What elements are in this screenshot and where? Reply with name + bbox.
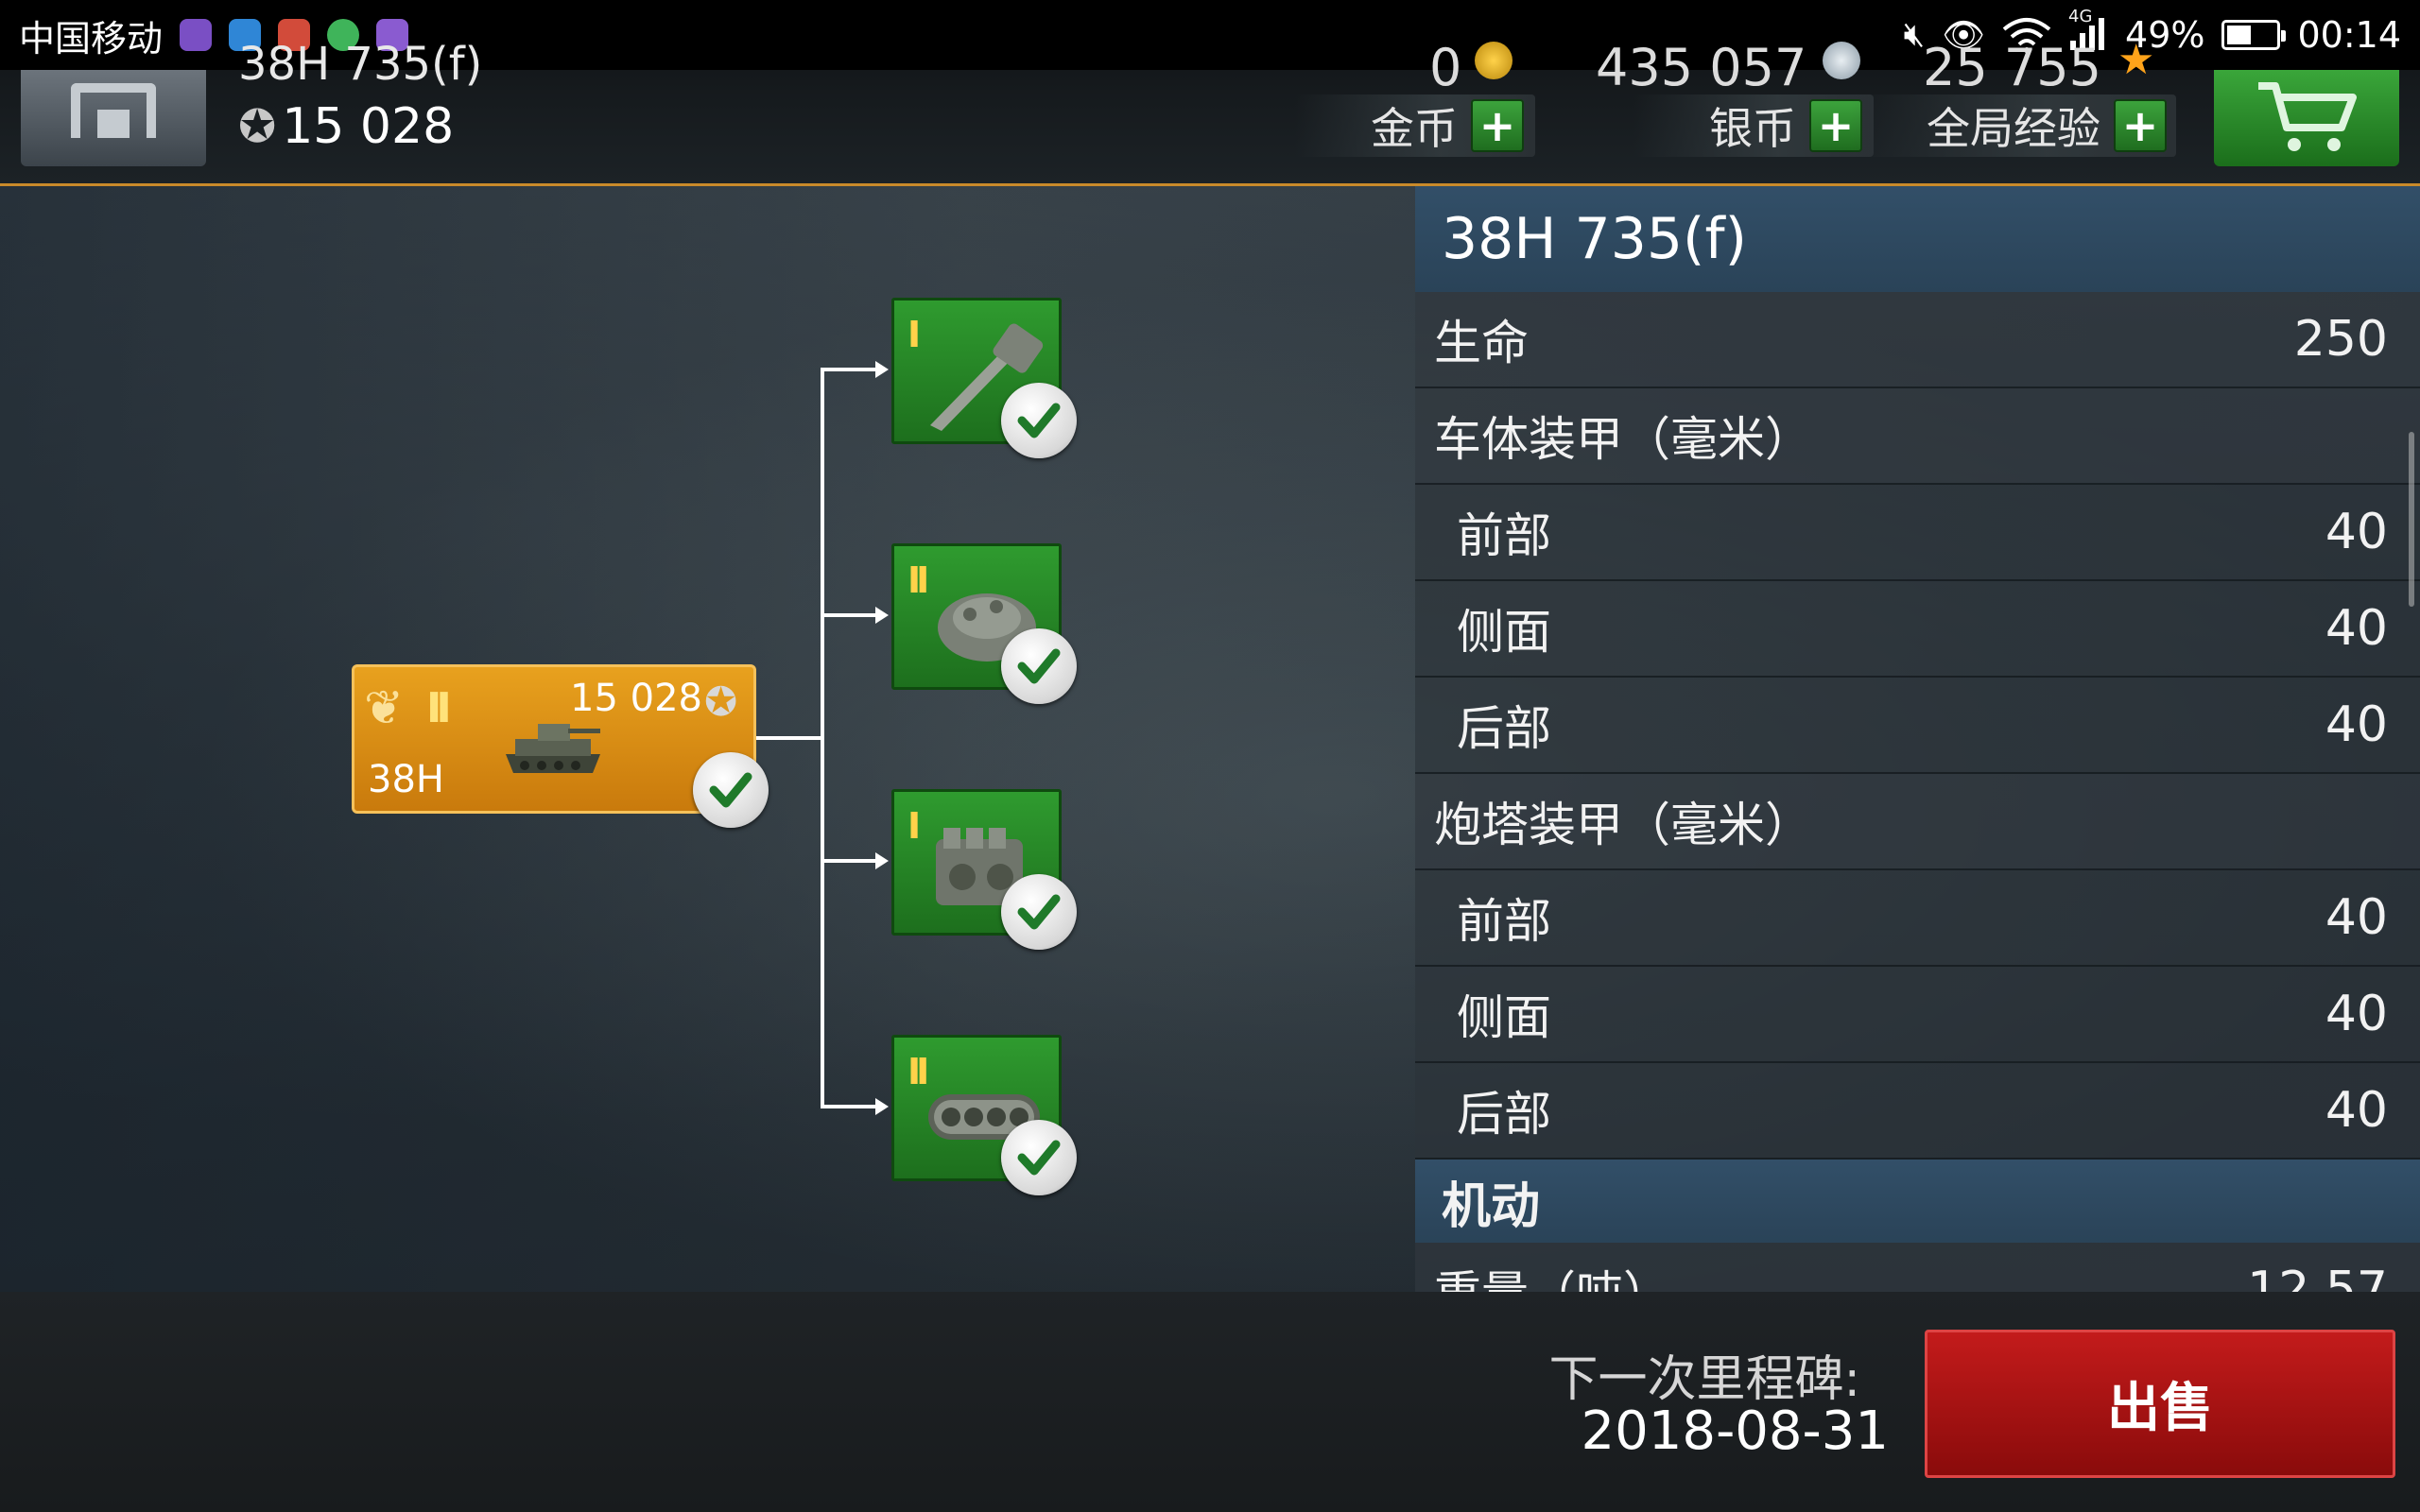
cart-icon xyxy=(2258,82,2357,151)
stat-row-hull-armor-header: 车体装甲（毫米） xyxy=(1415,388,2420,485)
garage-button[interactable] xyxy=(21,70,206,166)
silver-currency: 银币 + xyxy=(1634,94,1874,157)
stat-label: 侧面 xyxy=(1457,605,1551,660)
stat-label: 前部 xyxy=(1457,508,1551,563)
global-xp-value: 25 755 xyxy=(1923,38,2101,97)
tree-connector xyxy=(821,1105,877,1108)
tree-connector xyxy=(821,859,877,863)
free-xp-icon: ✪ xyxy=(238,100,277,153)
stat-row-hull-rear: 后部 40 xyxy=(1415,678,2420,774)
silver-coin-icon xyxy=(1823,42,1860,79)
global-xp-currency: 全局经验 + xyxy=(1851,94,2176,157)
free-xp-value: 15 028 xyxy=(282,98,455,155)
stat-row-turret-side: 侧面 40 xyxy=(1415,967,2420,1063)
clock: 00:14 xyxy=(2297,14,2401,56)
buy-gold-button[interactable]: + xyxy=(1471,99,1524,152)
stat-label: 炮塔装甲（毫米） xyxy=(1434,798,1812,852)
stat-label: 重量（吨） xyxy=(1434,1256,1670,1292)
global-xp-label: 全局经验 xyxy=(1927,103,2100,154)
module-turret[interactable]: II xyxy=(891,543,1077,704)
stat-row-turret-front: 前部 40 xyxy=(1415,870,2420,967)
arrow-icon xyxy=(875,607,889,624)
stat-label: 侧面 xyxy=(1457,990,1551,1045)
module-tier: I xyxy=(908,805,921,847)
gold-currency: 金币 + xyxy=(1295,94,1535,157)
stat-label: 后部 xyxy=(1457,701,1551,756)
silver-value: 435 057 xyxy=(1596,38,1807,97)
free-xp: ✪ 15 028 xyxy=(238,98,454,155)
mute-icon: 🔇︎ xyxy=(1903,15,1926,54)
gold-coin-icon xyxy=(1475,42,1512,79)
tree-connector xyxy=(821,368,824,1108)
stat-row-hp: 生命 250 xyxy=(1415,292,2420,388)
gold-value: 0 xyxy=(1429,38,1462,97)
researched-check-icon xyxy=(1001,874,1077,950)
bottom-bar: 下一次里程碑: 2018-08-31 出售 xyxy=(0,1292,2420,1512)
global-xp-star-icon: ★ xyxy=(2118,36,2155,84)
arrow-icon xyxy=(875,852,889,869)
arrow-icon xyxy=(875,361,889,378)
convert-xp-button[interactable]: + xyxy=(2114,99,2167,152)
notification-app-icon xyxy=(180,19,213,51)
stat-value: 40 xyxy=(2325,986,2388,1042)
stat-row-hull-side: 侧面 40 xyxy=(1415,581,2420,678)
stat-section-mobility: 机动 xyxy=(1415,1160,2420,1243)
stat-label: 车体装甲（毫米） xyxy=(1434,412,1812,467)
sell-button[interactable]: 出售 xyxy=(1925,1330,2395,1478)
stat-value: 12.57 xyxy=(2247,1262,2388,1292)
milestone-date: 2018-08-31 xyxy=(1581,1400,1889,1462)
module-tier: II xyxy=(908,1051,929,1092)
stat-value: 40 xyxy=(2325,889,2388,946)
tank-name: 38H xyxy=(368,758,444,801)
tree-connector xyxy=(821,613,877,617)
arrow-icon xyxy=(875,1098,889,1115)
silver-label: 银币 xyxy=(1709,103,1796,154)
module-engine[interactable]: I xyxy=(891,789,1077,950)
garage-icon xyxy=(71,83,156,138)
stats-title: 38H 735(f) xyxy=(1415,186,2420,292)
stat-value: 40 xyxy=(2325,504,2388,560)
stat-label: 后部 xyxy=(1457,1087,1551,1142)
researched-check-icon xyxy=(1001,1120,1077,1195)
stat-value: 40 xyxy=(2325,1082,2388,1139)
researched-check-icon xyxy=(693,752,769,828)
module-gun[interactable]: I xyxy=(891,298,1077,458)
stat-row-turret-rear: 后部 40 xyxy=(1415,1063,2420,1160)
tree-connector xyxy=(821,368,877,371)
milestone-label: 下一次里程碑: xyxy=(1548,1351,1860,1408)
carrier-name: 中国移动 xyxy=(19,17,164,60)
xp-icon: ✪ xyxy=(704,679,738,725)
stat-label: 生命 xyxy=(1434,316,1529,370)
researched-check-icon xyxy=(1001,383,1077,458)
tank-tier: II xyxy=(426,684,452,732)
current-tank-name: 38H 735(f) xyxy=(238,38,483,91)
stats-scrollbar[interactable] xyxy=(2409,432,2414,607)
module-tier: II xyxy=(908,559,929,601)
mastery-emblem-icon: ❦ xyxy=(364,680,404,735)
module-tracks[interactable]: II xyxy=(891,1035,1077,1195)
stat-value: 250 xyxy=(2293,311,2388,368)
gold-label: 金币 xyxy=(1371,103,1458,154)
stats-panel[interactable]: 38H 735(f) 生命 250 车体装甲（毫米） 前部 40 侧面 40 后… xyxy=(1415,186,2420,1292)
game-top-bar: 38H 735(f) ✪ 15 028 0 金币 + 435 057 银币 + … xyxy=(0,38,2420,186)
module-tier: I xyxy=(908,314,921,355)
shop-button[interactable] xyxy=(2214,70,2399,166)
stat-row-weight: 重量（吨） 12.57 xyxy=(1415,1243,2420,1292)
stat-value: 40 xyxy=(2325,696,2388,753)
tank-icon xyxy=(506,724,600,773)
researched-check-icon xyxy=(1001,628,1077,704)
stat-row-turret-armor-header: 炮塔装甲（毫米） xyxy=(1415,774,2420,870)
battery-icon xyxy=(2221,20,2287,50)
stat-label: 前部 xyxy=(1457,894,1551,949)
stat-value: 40 xyxy=(2325,600,2388,657)
tank-card[interactable]: ❦ II 15 028 ✪ 38H xyxy=(352,664,769,828)
tree-connector xyxy=(756,736,822,740)
stat-row-hull-front: 前部 40 xyxy=(1415,485,2420,581)
network-type: 4G xyxy=(2068,7,2093,26)
